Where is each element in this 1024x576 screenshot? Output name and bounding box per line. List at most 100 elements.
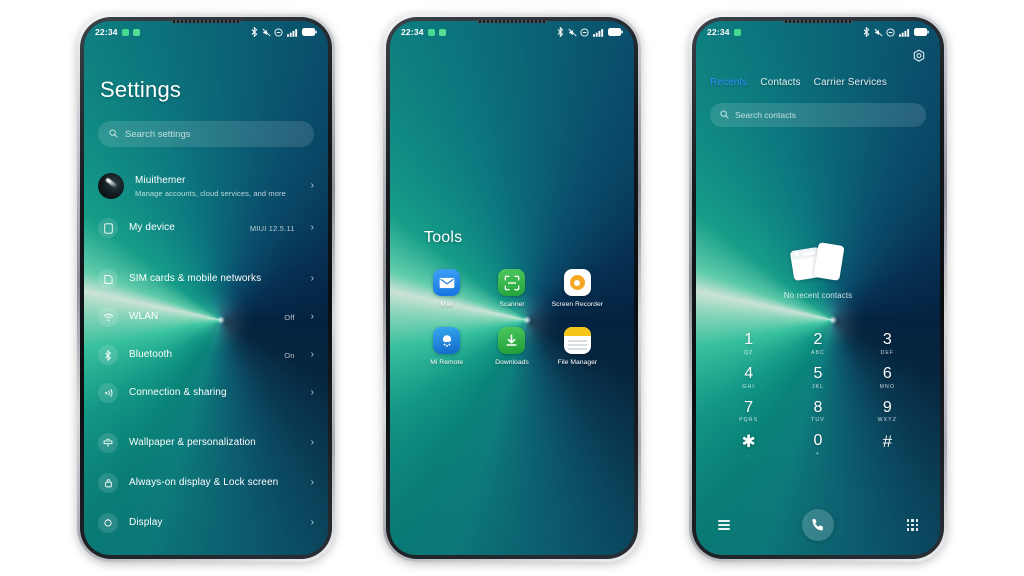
settings-screen: Settings Search settings Miuithemer Mana… [84,21,328,555]
folder-title: Tools [424,229,463,246]
sidebar-item-account[interactable]: Miuithemer Manage accounts, cloud servic… [84,163,328,209]
search-placeholder: Search settings [125,128,191,140]
key-letters: GHI [742,383,755,390]
sidebar-item-display[interactable]: Display › [84,504,328,542]
app-icon-file-manager[interactable]: File Manager [545,327,610,367]
item-label: Connection & sharing [129,386,227,398]
dialer-settings-button[interactable] [912,49,926,69]
tab-recents[interactable]: Recents [710,77,747,88]
key-2[interactable]: 2 ABC [783,327,852,361]
key-8[interactable]: 8 TUV [783,395,852,429]
key-digit: 1 [744,331,754,348]
file-manager-icon [563,327,591,355]
sidebar-item-lock-screen[interactable]: Always-on display & Lock screen › [84,462,328,504]
phone-screen-settings: 22:34 Settings Search settings Miuitheme… [84,21,328,555]
menu-icon [718,518,730,532]
key-star[interactable]: ✱, [714,428,783,463]
sidebar-item-sim-cards[interactable]: SIM cards & mobile networks › [84,260,328,298]
empty-state-message: No recent contacts [783,291,853,300]
key-digit: 7 [744,398,754,416]
key-6[interactable]: 6 MNO [853,361,922,395]
key-0[interactable]: 0 + [783,428,852,463]
page-title: Settings [100,77,182,102]
display-icon [98,513,118,533]
bluetooth-icon [98,345,118,365]
sidebar-item-wallpaper[interactable]: Wallpaper & personalization › [84,424,328,462]
app-icon-downloads[interactable]: Downloads [479,327,544,367]
key-hash[interactable]: # [853,428,922,463]
key-letters: WXYZ [877,417,898,424]
sidebar-item-my-device[interactable]: My device MIUI 12.5.11 › [84,209,328,247]
app-indicator-icon [733,28,741,36]
app-icon-mi-remote[interactable]: Mi Remote [414,327,479,367]
item-value: MIUI 12.5.11 [249,223,295,233]
key-4[interactable]: 4 GHI [714,361,783,395]
lock-icon [98,473,118,493]
device-icon [98,218,118,238]
sidebar-item-wlan[interactable]: WLAN Off › [84,298,328,336]
chevron-right-icon: › [310,437,314,448]
signal-icon [898,28,911,37]
keypad-toggle-button[interactable] [834,519,918,531]
screen-recorder-icon [563,269,591,296]
mail-icon [433,269,461,296]
gear-icon [913,49,925,62]
search-contacts-input[interactable]: Search contacts [710,103,926,127]
status-time: 22:34 [95,27,118,37]
app-indicator-icon [427,28,435,36]
phone-screen-tools: 22:34 Tools Mail Scanner Screen Recorder… [390,21,634,555]
chevron-right-icon: › [310,311,314,322]
dnd-icon [886,27,895,37]
contact-cards-icon [786,241,850,285]
menu-button[interactable] [718,518,802,532]
app-icon-screen-recorder[interactable]: Screen Recorder [545,269,610,309]
tab-carrier-services[interactable]: Carrier Services [814,77,887,88]
key-9[interactable]: 9 WXYZ [853,395,922,429]
app-label: Mail [440,301,453,308]
mute-icon [261,28,271,37]
signal-icon [592,28,605,37]
earpiece-grille [171,20,241,23]
key-digit: 0 [813,432,823,450]
keypad-row: 1 QZ 2 ABC 3 DEF [714,327,922,361]
search-settings-input[interactable]: Search settings [98,121,314,147]
key-3[interactable]: 3 DEF [853,327,922,361]
key-letters: TUV [811,417,825,424]
key-digit: 3 [882,331,892,348]
phone-screen-dialer: 22:34 Recents Contacts Carrier Services … [696,21,940,555]
bluetooth-icon [251,27,258,37]
signal-icon [286,28,299,37]
item-label: SIM cards & mobile networks [129,272,262,284]
mute-icon [567,28,577,37]
tab-contacts[interactable]: Contacts [760,77,800,88]
status-bar-right [863,27,929,37]
key-1[interactable]: 1 QZ [714,327,783,361]
key-letters: , [747,452,750,459]
app-label: Downloads [495,359,529,367]
sim-icon [98,269,118,289]
key-letters: JKL [811,383,825,390]
app-label: File Manager [557,359,598,367]
status-bar: 22:34 [84,21,328,43]
dnd-icon [274,27,283,37]
dialer-tabs: Recents Contacts Carrier Services [710,77,926,88]
key-digit: ✱ [741,432,756,452]
call-button[interactable] [802,509,834,541]
app-icon-scanner[interactable]: Scanner [479,269,544,309]
chevron-right-icon: › [310,273,314,284]
phone-settings: 22:34 Settings Search settings Miuitheme… [77,14,335,562]
sidebar-item-bluetooth[interactable]: Bluetooth On › [84,336,328,374]
key-7[interactable]: 7 PQRS [714,395,783,429]
phones-stage: 22:34 Settings Search settings Miuitheme… [0,0,1024,576]
app-label: Screen Recorder [551,301,604,308]
app-icon-mail[interactable]: Mail [414,269,479,309]
app-indicator-icon [438,28,446,36]
key-letters: ABC [811,349,825,356]
sidebar-item-connection-sharing[interactable]: Connection & sharing › [84,374,328,412]
battery-icon [302,28,317,36]
key-letters [853,452,922,459]
key-digit: 9 [882,398,892,416]
status-bar-right [251,27,317,37]
key-5[interactable]: 5 JKL [783,361,852,395]
bluetooth-icon [557,27,564,37]
